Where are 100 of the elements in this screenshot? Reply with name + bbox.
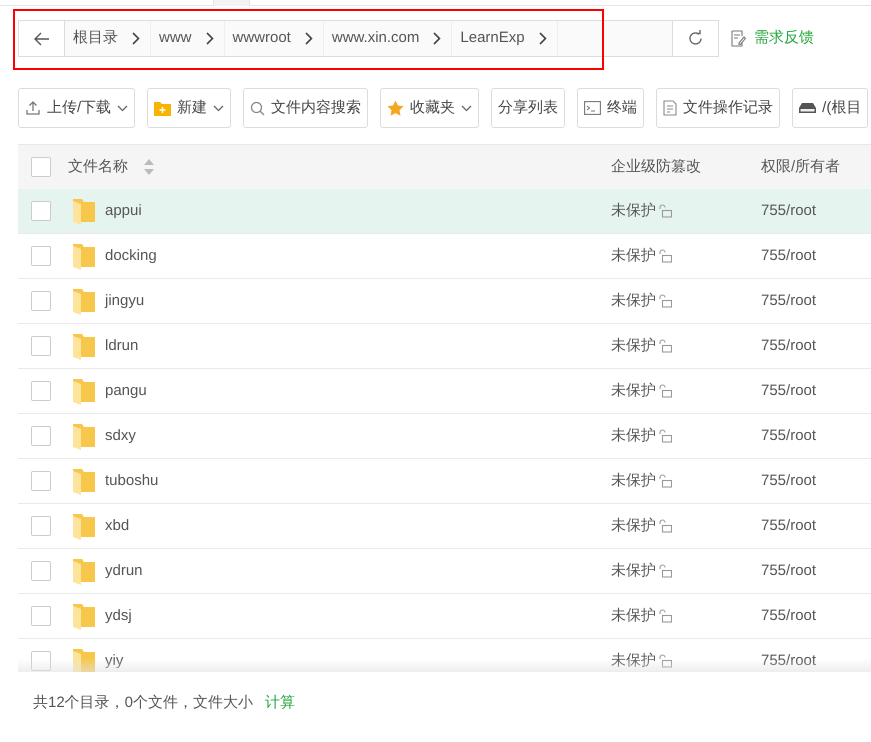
file-name[interactable]: yiy [105, 650, 124, 672]
column-header: 权限/所有者 [761, 156, 842, 177]
file-name[interactable]: ldrun [105, 334, 138, 358]
row-checkbox[interactable] [31, 516, 51, 536]
folder-icon [73, 422, 95, 450]
folder-icon [73, 602, 95, 630]
protection-status: 未保护 [611, 336, 656, 356]
edit-document-icon [731, 30, 746, 47]
unlocked-icon [658, 474, 672, 488]
folder-icon [73, 557, 95, 585]
breadcrumb-item[interactable]: www.xin.com [324, 21, 452, 56]
folder-icon [73, 467, 95, 495]
file-name[interactable]: ydrun [105, 560, 143, 582]
toolbar-button[interactable]: 分享列表 [491, 88, 566, 128]
column-header[interactable]: 文件名称 [68, 156, 128, 178]
file-name[interactable]: jingyu [105, 290, 144, 312]
unlocked-icon [658, 429, 672, 443]
file-name[interactable]: ydsj [105, 604, 132, 628]
protection-status: 未保护 [611, 246, 656, 266]
star-icon [387, 100, 404, 116]
folder-icon [73, 197, 95, 225]
file-name[interactable]: xbd [105, 514, 130, 538]
protection-status: 未保护 [611, 560, 656, 581]
permission-text: 755/root [761, 606, 818, 626]
row-checkbox[interactable] [31, 291, 51, 311]
chevron-icon [132, 32, 140, 45]
permission-text: 755/root [761, 290, 818, 311]
document-icon [663, 100, 678, 116]
unlocked-icon [658, 519, 672, 533]
protection-status: 未保护 [611, 200, 656, 221]
unlocked-icon [658, 564, 672, 578]
permission-text: 755/root [761, 200, 818, 221]
chevron-icon [206, 32, 214, 45]
back-arrow-icon [34, 32, 50, 46]
unlocked-icon [658, 609, 672, 623]
folder-plus-icon [154, 100, 172, 116]
row-checkbox[interactable] [31, 426, 51, 446]
folder-icon [73, 242, 95, 270]
permission-text: 755/root [761, 380, 818, 401]
summary-text: 共12个目录，0个文件，文件大小 [33, 693, 254, 713]
folder-icon [73, 332, 95, 360]
chevron-icon [433, 32, 442, 45]
sort-icon[interactable] [143, 158, 155, 176]
row-checkbox[interactable] [31, 651, 51, 671]
folder-icon [73, 287, 95, 315]
permission-text: 755/root [761, 426, 818, 446]
breadcrumb-item[interactable]: LearnExp [452, 21, 558, 56]
permission-text: 755/root [761, 516, 818, 536]
permission-text: 755/root [761, 246, 818, 266]
protection-status: 未保护 [611, 380, 656, 401]
row-checkbox[interactable] [31, 201, 51, 221]
protection-status: 未保护 [611, 650, 656, 671]
permission-text: 755/root [761, 650, 818, 671]
breadcrumb-item[interactable]: 根目录 [65, 21, 151, 56]
permission-text: 755/root [761, 470, 818, 491]
row-checkbox[interactable] [31, 381, 51, 401]
toolbar-button[interactable]: 收藏夹 [380, 88, 480, 128]
row-checkbox[interactable] [31, 561, 51, 581]
protection-status: 未保护 [611, 606, 656, 626]
toolbar-button[interactable]: 新建 [147, 88, 232, 128]
breadcrumb-item[interactable]: wwwroot [224, 21, 324, 56]
file-name[interactable]: appui [105, 200, 142, 222]
upload-icon [25, 100, 41, 116]
permission-text: 755/root [761, 560, 818, 581]
row-checkbox[interactable] [31, 336, 51, 356]
folder-icon [73, 512, 95, 540]
terminal-icon [584, 101, 602, 115]
select-all-checkbox[interactable] [31, 157, 51, 177]
unlocked-icon [658, 294, 672, 308]
toolbar-button[interactable]: 上传/下载 [18, 88, 136, 128]
unlocked-icon [658, 204, 672, 218]
search-icon [250, 100, 266, 116]
file-name[interactable]: docking [105, 244, 157, 268]
unlocked-icon [658, 339, 672, 353]
protection-status: 未保护 [611, 426, 656, 446]
toolbar-button[interactable]: /(根目 [792, 88, 868, 128]
unlocked-icon [658, 654, 672, 668]
file-name[interactable]: sdxy [105, 424, 136, 448]
row-checkbox[interactable] [31, 246, 51, 266]
protection-status: 未保护 [611, 470, 656, 491]
protection-status: 未保护 [611, 290, 656, 311]
unlocked-icon [658, 384, 672, 398]
file-name[interactable]: tuboshu [105, 470, 158, 492]
unlocked-icon [658, 249, 672, 263]
file-name[interactable]: pangu [105, 380, 147, 402]
row-checkbox[interactable] [31, 471, 51, 491]
permission-text: 755/root [761, 336, 818, 356]
toolbar-button[interactable]: 文件内容搜索 [243, 88, 368, 128]
breadcrumb-item[interactable]: www [151, 21, 224, 56]
column-header: 企业级防篡改 [611, 156, 702, 177]
toolbar-button[interactable]: 文件操作记录 [656, 88, 780, 128]
protection-status: 未保护 [611, 516, 656, 536]
chevron-icon [538, 32, 547, 45]
chevron-icon [304, 32, 313, 45]
refresh-icon [687, 30, 704, 47]
row-checkbox[interactable] [31, 606, 51, 626]
toolbar-button[interactable]: 终端 [577, 88, 644, 128]
folder-icon [73, 377, 95, 405]
table-row[interactable]: appui 未保护 755/root [18, 189, 871, 234]
folder-icon [73, 647, 95, 672]
